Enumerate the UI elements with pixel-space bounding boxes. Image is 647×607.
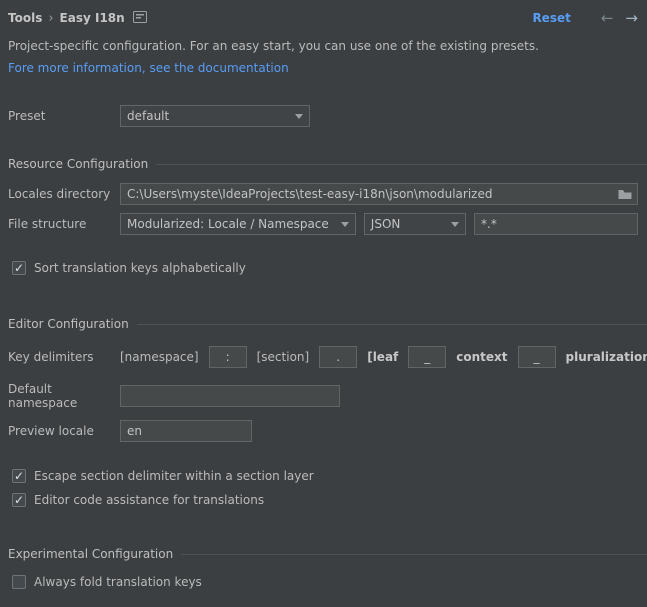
key-delimiters-controls: [namespace] [section] [leaf context plur…: [120, 346, 647, 368]
file-structure-dropdown-value: Modularized: Locale / Namespace: [121, 217, 335, 231]
preview-locale-row: Preview locale: [0, 420, 647, 442]
context-delimiter-input[interactable]: [408, 346, 446, 368]
forward-arrow-icon[interactable]: →: [625, 9, 638, 27]
preset-label: Preset: [8, 109, 120, 123]
chevron-down-icon: [445, 214, 465, 234]
resource-section-header: Resource Configuration: [0, 157, 647, 171]
resource-section-title: Resource Configuration: [8, 157, 148, 171]
back-arrow-icon[interactable]: ←: [601, 9, 614, 27]
show-in-editor-icon[interactable]: [133, 11, 147, 26]
locales-directory-row: Locales directory: [0, 183, 647, 205]
namespace-token: [namespace]: [120, 350, 199, 364]
section-delimiter-input[interactable]: [319, 346, 357, 368]
breadcrumb-tools[interactable]: Tools: [8, 11, 42, 25]
experimental-section-title: Experimental Configuration: [8, 547, 173, 561]
checkbox-checked-icon[interactable]: [12, 261, 26, 275]
breadcrumb-page-title: Easy I18n: [60, 11, 125, 25]
description-text: Project-specific configuration. For an e…: [0, 39, 647, 53]
locales-directory-field-wrap: [120, 183, 638, 205]
file-structure-dropdown[interactable]: Modularized: Locale / Namespace: [120, 213, 356, 235]
escape-delimiter-checkbox-label: Escape section delimiter within a sectio…: [34, 469, 314, 483]
plural-delimiter-input[interactable]: [518, 346, 556, 368]
preset-dropdown[interactable]: default: [120, 105, 310, 127]
leaf-token: [leaf: [367, 350, 398, 364]
sort-keys-checkbox-label: Sort translation keys alphabetically: [34, 261, 246, 275]
checkbox-checked-icon[interactable]: [12, 493, 26, 507]
checkbox-checked-icon[interactable]: [12, 469, 26, 483]
preview-locale-input[interactable]: [120, 420, 252, 442]
pluralization-token: pluralization]: [566, 350, 647, 364]
escape-delimiter-checkbox-row[interactable]: Escape section delimiter within a sectio…: [0, 469, 647, 483]
section-divider: [137, 324, 647, 325]
section-token: [section]: [257, 350, 310, 364]
context-token: context: [456, 350, 507, 364]
checkbox-unchecked-icon[interactable]: [12, 575, 26, 589]
locales-directory-label: Locales directory: [8, 187, 120, 201]
reset-button[interactable]: Reset: [532, 11, 570, 25]
default-namespace-row: Default namespace: [0, 382, 647, 410]
section-divider: [181, 554, 647, 555]
section-divider: [156, 164, 647, 165]
file-pattern-input[interactable]: [474, 213, 638, 235]
file-structure-row: File structure Modularized: Locale / Nam…: [0, 213, 647, 235]
code-assistance-checkbox-row[interactable]: Editor code assistance for translations: [0, 493, 647, 507]
documentation-link[interactable]: Fore more information, see the documenta…: [8, 61, 289, 75]
chevron-down-icon: [335, 214, 355, 234]
preset-dropdown-value: default: [121, 109, 289, 123]
fold-keys-checkbox-row[interactable]: Always fold translation keys: [0, 575, 647, 589]
file-structure-label: File structure: [8, 217, 120, 231]
chevron-down-icon: [289, 106, 309, 126]
experimental-section-header: Experimental Configuration: [0, 547, 647, 561]
sort-keys-checkbox-row[interactable]: Sort translation keys alphabetically: [0, 261, 647, 275]
key-delimiters-row: Key delimiters [namespace] [section] [le…: [0, 346, 647, 368]
key-delimiters-label: Key delimiters: [8, 350, 120, 364]
editor-section-title: Editor Configuration: [8, 317, 129, 331]
preview-locale-label: Preview locale: [8, 424, 120, 438]
parser-dropdown[interactable]: JSON: [364, 213, 466, 235]
parser-dropdown-value: JSON: [365, 217, 445, 231]
fold-keys-checkbox-label: Always fold translation keys: [34, 575, 202, 589]
preset-row: Preset default: [0, 105, 647, 127]
namespace-delimiter-input[interactable]: [209, 346, 247, 368]
code-assistance-checkbox-label: Editor code assistance for translations: [34, 493, 264, 507]
folder-browse-icon[interactable]: [616, 186, 634, 202]
locales-directory-input[interactable]: [120, 183, 638, 205]
breadcrumb-separator-icon: ›: [48, 11, 53, 26]
default-namespace-input[interactable]: [120, 385, 340, 407]
default-namespace-label: Default namespace: [8, 382, 120, 410]
settings-header: Tools › Easy I18n Reset ← →: [0, 0, 647, 27]
editor-section-header: Editor Configuration: [0, 317, 647, 331]
